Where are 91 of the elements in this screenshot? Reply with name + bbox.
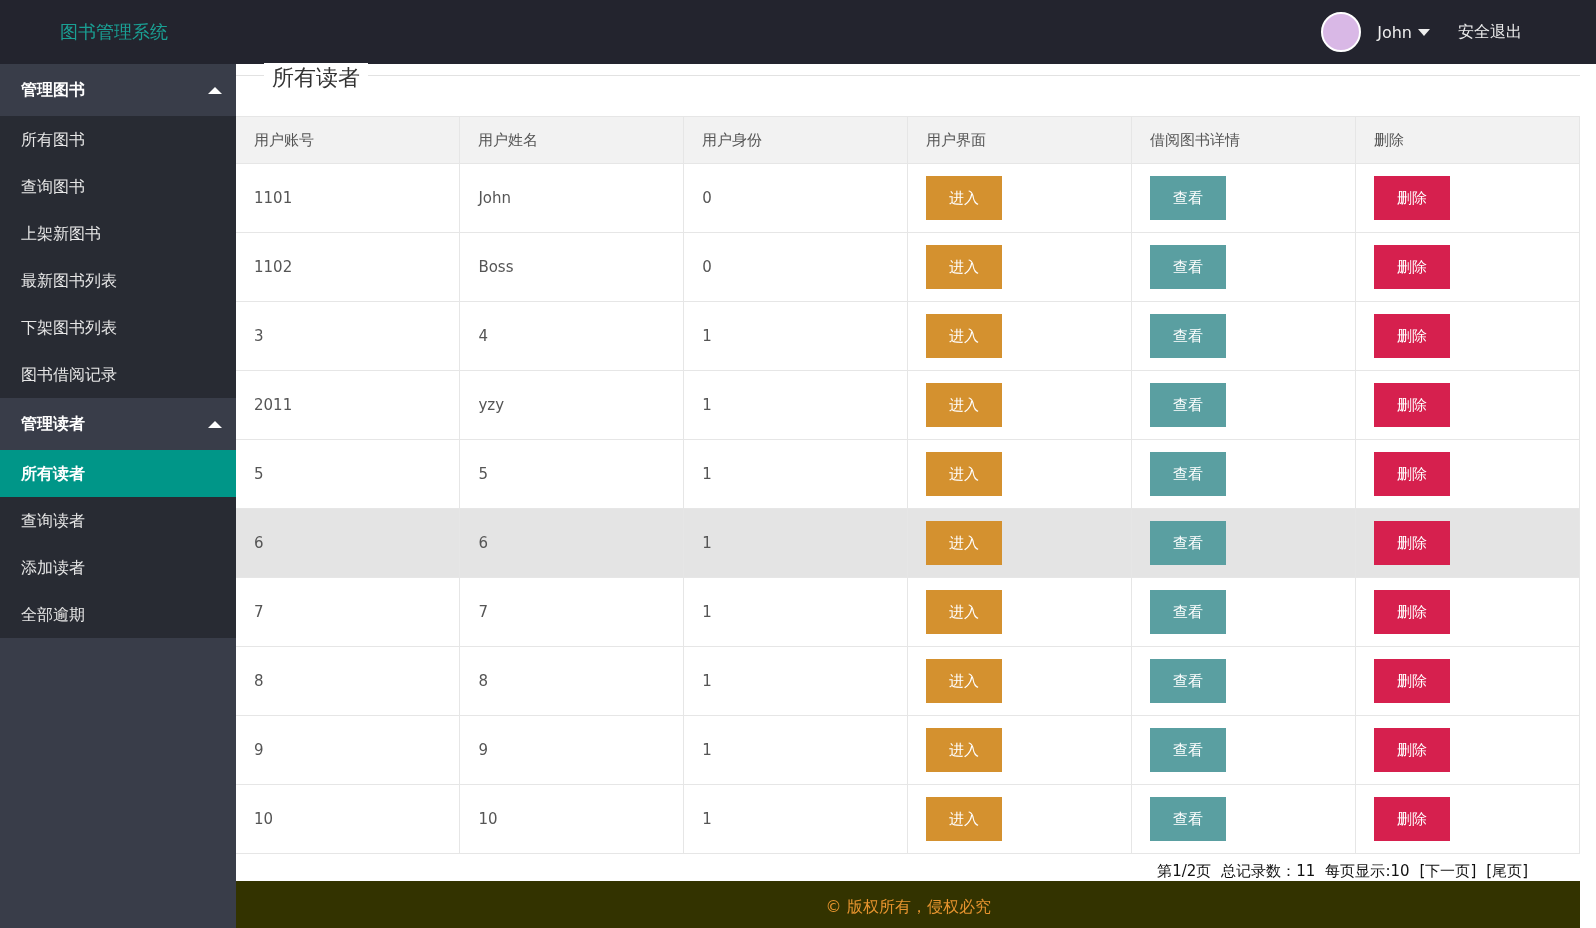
page-indicator: 第1/2页	[1157, 862, 1212, 881]
sidebar-item[interactable]: 所有读者	[0, 450, 236, 497]
enter-button[interactable]: 进入	[926, 245, 1003, 289]
delete-button[interactable]: 删除	[1374, 728, 1451, 772]
delete-button[interactable]: 删除	[1374, 245, 1451, 289]
table-cell: 8	[254, 672, 264, 690]
collapse-arrow-icon	[208, 86, 222, 94]
view-button[interactable]: 查看	[1150, 383, 1227, 427]
delete-button[interactable]: 删除	[1374, 452, 1451, 496]
sidebar-item[interactable]: 图书借阅记录	[0, 351, 236, 398]
avatar-icon[interactable]	[1321, 12, 1362, 52]
table-cell: 8	[478, 672, 488, 690]
enter-button[interactable]: 进入	[926, 383, 1003, 427]
last-page-link[interactable]: [尾页]	[1486, 862, 1528, 881]
delete-button[interactable]: 删除	[1374, 176, 1451, 220]
total-count: 总记录数：11	[1221, 862, 1316, 881]
table-cell: 6	[254, 534, 264, 552]
view-button[interactable]: 查看	[1150, 659, 1227, 703]
enter-button[interactable]: 进入	[926, 797, 1003, 841]
table-cell: 1	[702, 603, 712, 621]
column-header: 用户姓名	[459, 116, 684, 164]
view-button[interactable]: 查看	[1150, 314, 1227, 358]
table-cell: 5	[478, 465, 488, 483]
table-cell: 10	[478, 810, 498, 828]
table-cell: 1	[702, 741, 712, 759]
view-button[interactable]: 查看	[1150, 728, 1227, 772]
caret-icon	[1418, 28, 1430, 36]
delete-button[interactable]: 删除	[1374, 659, 1451, 703]
view-button[interactable]: 查看	[1150, 797, 1227, 841]
app-logo-text[interactable]: 图书管理系统	[60, 20, 168, 44]
table-cell: 2011	[254, 396, 293, 414]
table-cell: 1101	[254, 189, 293, 207]
sidebar-item[interactable]: 下架图书列表	[0, 304, 236, 351]
column-header: 用户身份	[683, 116, 908, 164]
enter-button[interactable]: 进入	[926, 314, 1003, 358]
enter-button[interactable]: 进入	[926, 521, 1003, 565]
delete-button[interactable]: 删除	[1374, 521, 1451, 565]
enter-button[interactable]: 进入	[926, 590, 1003, 634]
sidebar-group-title: 管理读者	[21, 413, 85, 435]
page-size: 每页显示:10	[1325, 862, 1410, 881]
table-cell: 3	[254, 327, 264, 345]
user-menu-button[interactable]: John	[1377, 22, 1430, 42]
enter-button[interactable]: 进入	[926, 728, 1003, 772]
column-header: 删除	[1355, 116, 1580, 164]
table-cell: 1	[702, 534, 712, 552]
collapse-arrow-icon	[208, 420, 222, 428]
table-cell: 6	[478, 534, 488, 552]
sidebar-item[interactable]: 全部逾期	[0, 591, 236, 638]
table-cell: 1	[702, 327, 712, 345]
table-cell: 5	[254, 465, 264, 483]
logout-link[interactable]: 安全退出	[1458, 21, 1522, 43]
next-page-link[interactable]: [下一页]	[1419, 862, 1477, 881]
column-header: 用户账号	[236, 116, 460, 164]
sidebar-item[interactable]: 添加读者	[0, 544, 236, 591]
table-cell: 9	[478, 741, 488, 759]
delete-button[interactable]: 删除	[1374, 797, 1451, 841]
column-header: 用户界面	[907, 116, 1132, 164]
table-cell: 0	[702, 258, 712, 276]
table-cell: 1102	[254, 258, 293, 276]
view-button[interactable]: 查看	[1150, 521, 1227, 565]
table-cell: 9	[254, 741, 264, 759]
copyright-text: © 版权所有，侵权必究	[825, 896, 991, 918]
sidebar-item[interactable]: 最新图书列表	[0, 257, 236, 304]
delete-button[interactable]: 删除	[1374, 590, 1451, 634]
view-button[interactable]: 查看	[1150, 590, 1227, 634]
view-button[interactable]: 查看	[1150, 452, 1227, 496]
delete-button[interactable]: 删除	[1374, 314, 1451, 358]
table-cell: 1	[702, 465, 712, 483]
enter-button[interactable]: 进入	[926, 452, 1003, 496]
column-header: 借阅图书详情	[1131, 116, 1356, 164]
enter-button[interactable]: 进入	[926, 659, 1003, 703]
table-cell: 1	[702, 396, 712, 414]
delete-button[interactable]: 删除	[1374, 383, 1451, 427]
table-cell: 1	[702, 810, 712, 828]
sidebar-item[interactable]: 查询图书	[0, 163, 236, 210]
sidebar-group-title: 管理图书	[21, 79, 85, 101]
sidebar-item[interactable]: 查询读者	[0, 497, 236, 544]
table-cell: 10	[254, 810, 274, 828]
sidebar-item[interactable]: 上架新图书	[0, 210, 236, 257]
view-button[interactable]: 查看	[1150, 245, 1227, 289]
table-cell: 0	[702, 189, 712, 207]
enter-button[interactable]: 进入	[926, 176, 1003, 220]
table-cell: 1	[702, 672, 712, 690]
table-cell: John	[478, 189, 512, 207]
table-cell: 4	[478, 327, 488, 345]
table-cell: 7	[478, 603, 488, 621]
sidebar-item[interactable]: 所有图书	[0, 116, 236, 163]
table-cell: Boss	[478, 258, 514, 276]
view-button[interactable]: 查看	[1150, 176, 1227, 220]
table-cell: yzy	[478, 396, 505, 414]
table-cell: 7	[254, 603, 264, 621]
